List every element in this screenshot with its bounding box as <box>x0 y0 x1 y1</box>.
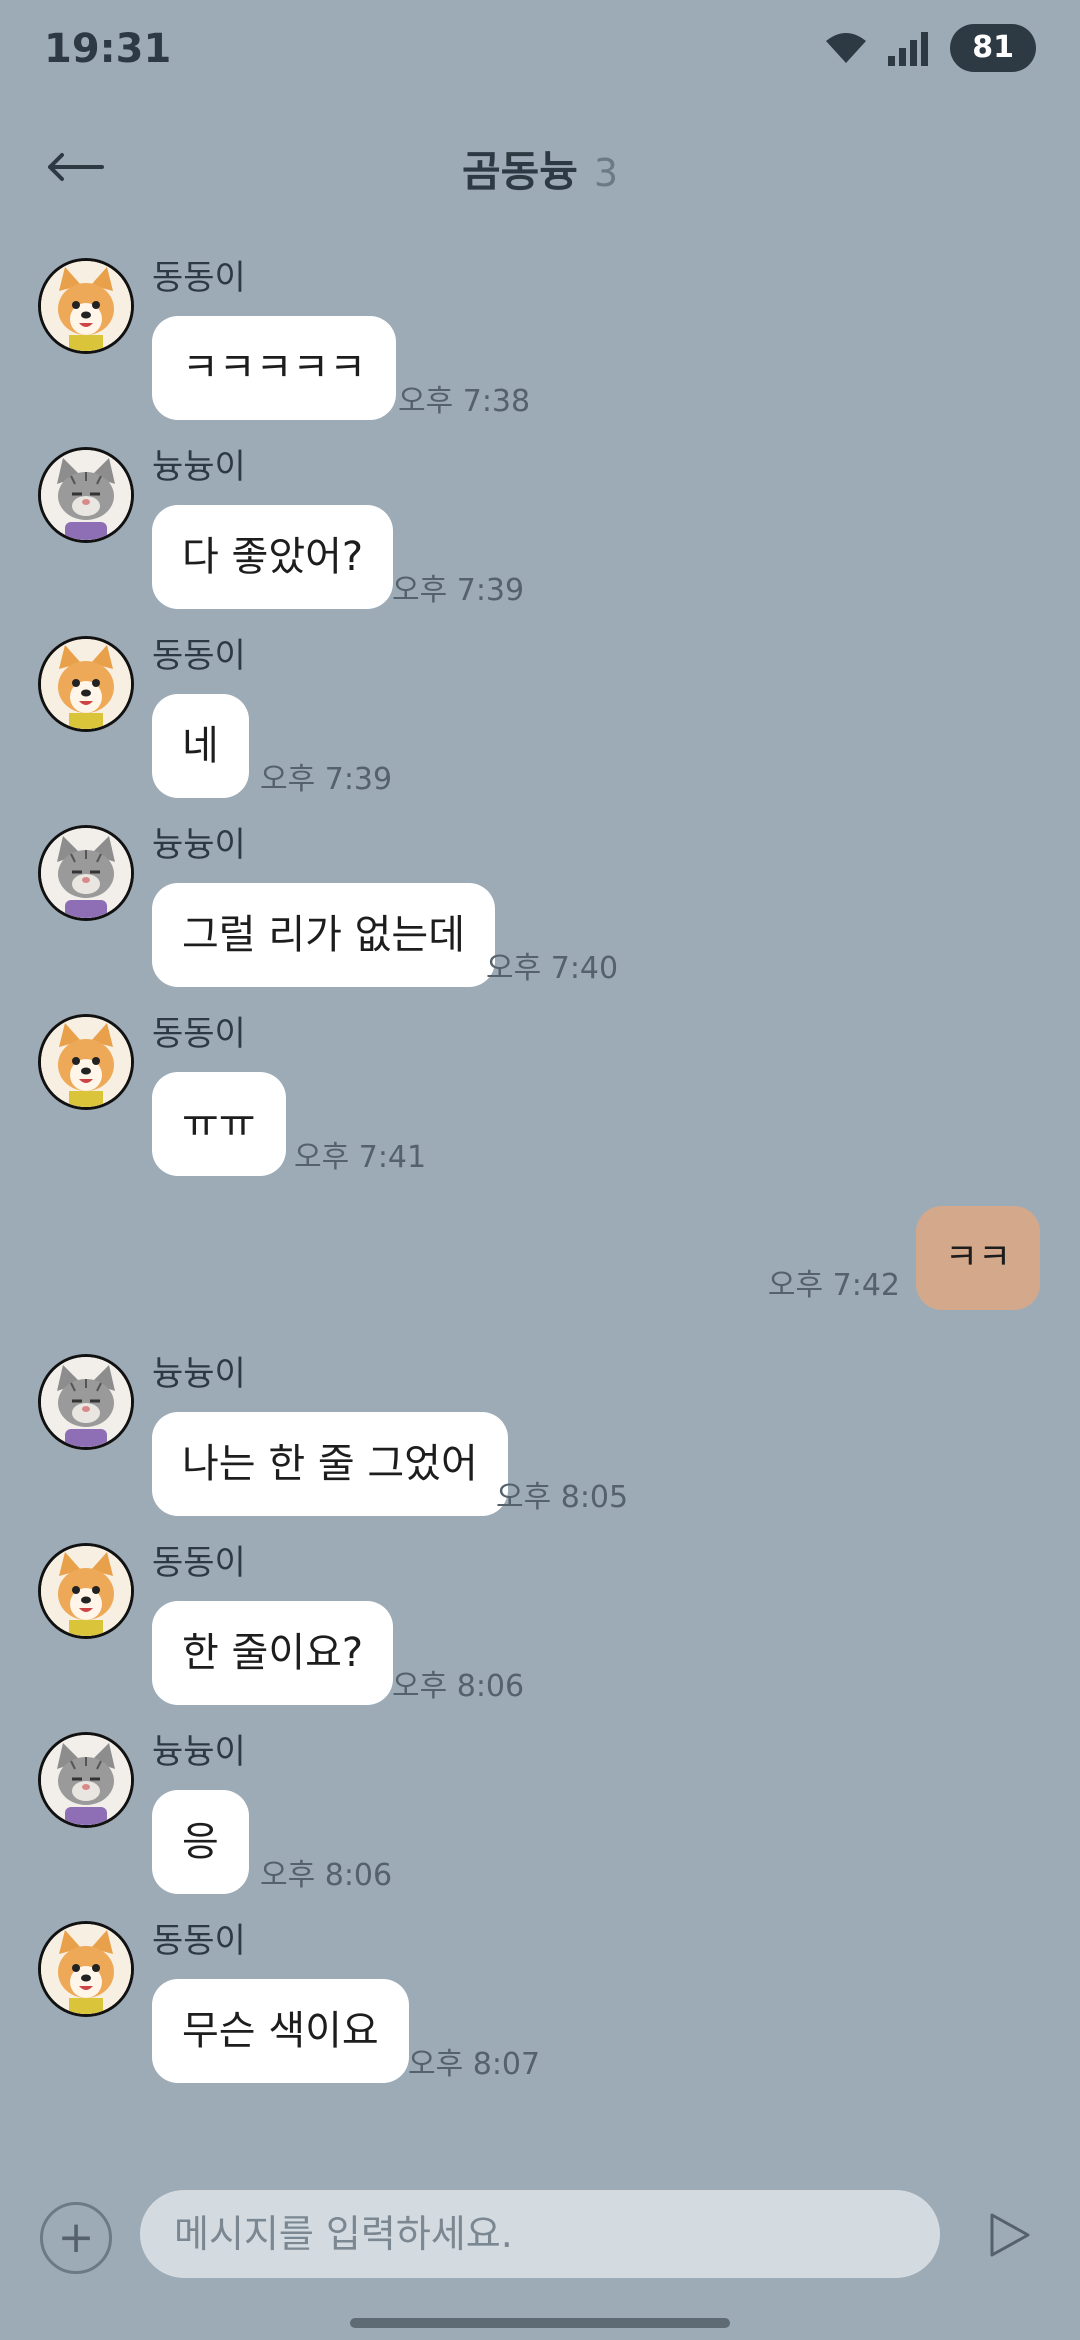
sender-name: 동동이 <box>152 1543 246 1583</box>
message-bubble[interactable]: 그럴 리가 없는데 <box>152 883 496 987</box>
own-message-item: ㅋㅋ 오후 7:42 <box>0 1206 1080 1310</box>
chat-room-name: 곰동늉 <box>461 147 578 196</box>
message-item: 동동이 한 줄이요? 오후 8:06 <box>0 1535 1080 1705</box>
dog-avatar[interactable] <box>38 1014 134 1110</box>
dog-avatar[interactable] <box>38 1921 134 2017</box>
home-indicator[interactable] <box>350 2318 730 2328</box>
chat-header: 곰동늉 3 <box>0 110 1080 220</box>
message-item: 늉늉이 다 좋았어? 오후 7:39 <box>0 439 1080 609</box>
own-message-bubble[interactable]: ㅋㅋ <box>916 1206 1040 1310</box>
message-item: 동동이 네 오후 7:39 <box>0 628 1080 798</box>
sender-name: 늉늉이 <box>152 447 246 487</box>
message-bubble[interactable]: 다 좋았어? <box>152 505 394 609</box>
cat-avatar[interactable] <box>38 1732 134 1828</box>
message-time: 오후 7:40 <box>486 951 619 986</box>
message-time: 오후 7:39 <box>392 573 525 608</box>
send-button[interactable] <box>975 2200 1045 2270</box>
signal-icon <box>886 30 932 66</box>
message-item: 동동이 ㅠㅠ 오후 7:41 <box>0 1006 1080 1176</box>
message-time: 오후 8:05 <box>496 1480 629 1515</box>
message-item: 동동이 ㅋㅋㅋㅋㅋ 오후 7:38 <box>0 250 1080 420</box>
message-input-bar: + <box>0 2190 1080 2290</box>
sender-name: 동동이 <box>152 1014 246 1054</box>
wifi-icon <box>824 31 868 65</box>
sender-name: 동동이 <box>152 636 246 676</box>
message-time: 오후 7:38 <box>398 384 531 419</box>
message-bubble[interactable]: 응 <box>152 1790 249 1894</box>
message-item: 동동이 무슨 색이요 오후 8:07 <box>0 1913 1080 2083</box>
message-time: 오후 8:07 <box>408 2047 541 2082</box>
message-bubble[interactable]: 무슨 색이요 <box>152 1979 409 2083</box>
message-item: 늉늉이 응 오후 8:06 <box>0 1724 1080 1894</box>
dog-avatar[interactable] <box>38 258 134 354</box>
sender-name: 늉늉이 <box>152 1354 246 1394</box>
dog-avatar[interactable] <box>38 1543 134 1639</box>
sender-name: 늉늉이 <box>152 1732 246 1772</box>
message-time: 오후 8:06 <box>392 1669 525 1704</box>
message-time: 오후 8:06 <box>260 1858 393 1893</box>
dog-avatar[interactable] <box>38 636 134 732</box>
cat-avatar[interactable] <box>38 1354 134 1450</box>
message-time: 오후 7:41 <box>294 1140 427 1175</box>
sender-name: 늉늉이 <box>152 825 246 865</box>
message-item: 늉늉이 나는 한 줄 그었어 오후 8:05 <box>0 1346 1080 1516</box>
status-bar: 19:31 81 <box>0 0 1080 100</box>
message-time: 오후 7:42 <box>767 1268 900 1303</box>
message-input[interactable] <box>140 2190 940 2278</box>
send-icon <box>990 2213 1030 2257</box>
status-icons: 81 <box>824 24 1036 72</box>
status-time: 19:31 <box>44 26 172 72</box>
sender-name: 동동이 <box>152 1921 246 1961</box>
chat-title: 곰동늉 3 <box>0 138 1080 199</box>
member-count: 3 <box>593 151 619 195</box>
message-bubble[interactable]: 한 줄이요? <box>152 1601 394 1705</box>
attach-button[interactable]: + <box>40 2202 112 2274</box>
message-bubble[interactable]: ㅠㅠ <box>152 1072 286 1176</box>
message-bubble[interactable]: 나는 한 줄 그었어 <box>152 1412 508 1516</box>
message-bubble[interactable]: 네 <box>152 694 249 798</box>
message-bubble[interactable]: ㅋㅋㅋㅋㅋ <box>152 316 396 420</box>
message-item: 늉늉이 그럴 리가 없는데 오후 7:40 <box>0 817 1080 987</box>
message-time: 오후 7:39 <box>260 762 393 797</box>
battery-badge: 81 <box>950 24 1036 72</box>
cat-avatar[interactable] <box>38 825 134 921</box>
sender-name: 동동이 <box>152 258 246 298</box>
cat-avatar[interactable] <box>38 447 134 543</box>
